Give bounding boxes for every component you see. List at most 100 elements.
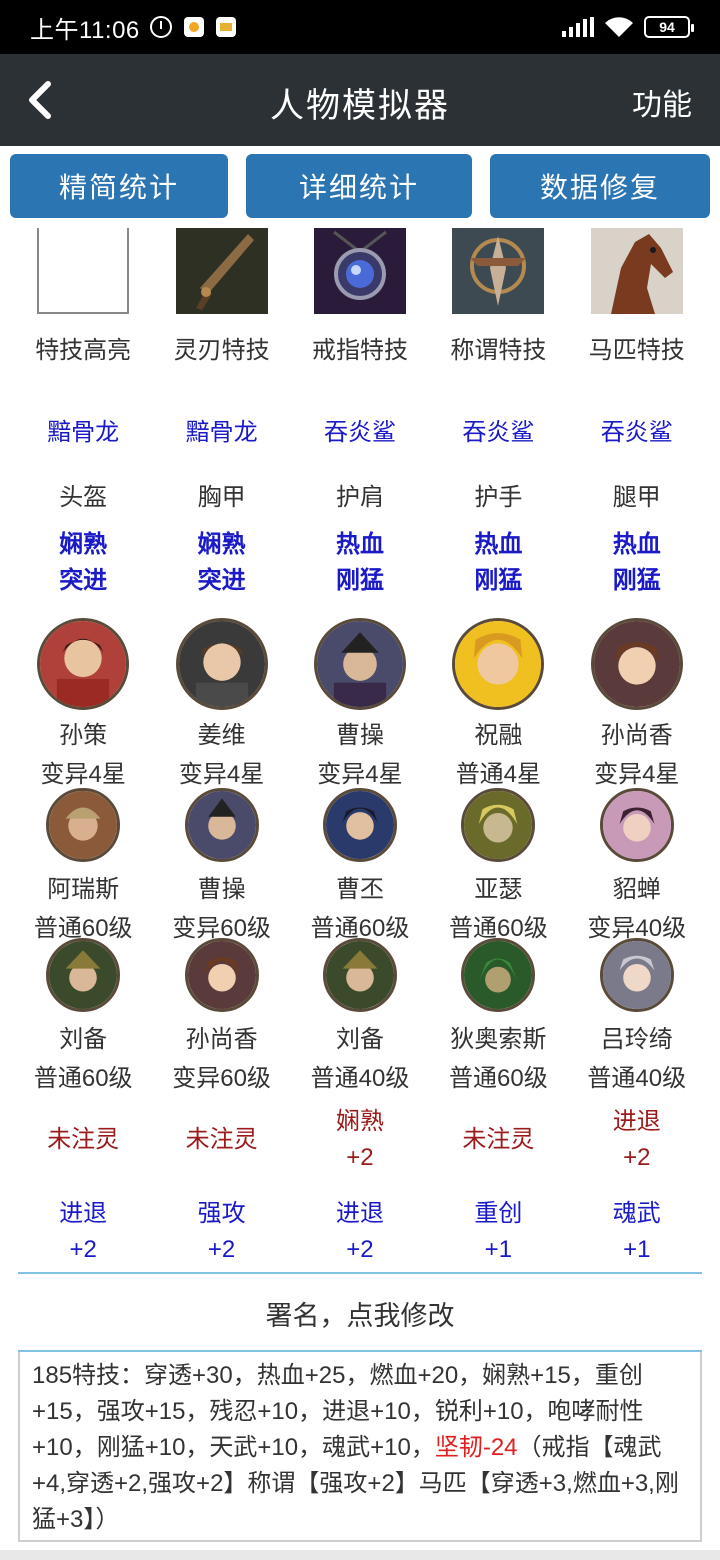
portrait-icon[interactable] (452, 618, 545, 710)
equip-skill[interactable]: 热血 刚猛 (291, 527, 429, 599)
support-hero-card[interactable]: 曹丕 普通60级 (291, 788, 429, 943)
equip-skill[interactable]: 热血 刚猛 (568, 527, 706, 599)
spirit-cell[interactable]: 进退 +2 (568, 1104, 706, 1176)
skill-label: 灵刃特技 (173, 337, 270, 364)
hero-name: 祝融 (474, 722, 523, 749)
support-hero-card[interactable]: 曹操 变异60级 (152, 788, 290, 943)
data-repair-button[interactable]: 数据修复 (490, 154, 710, 218)
hero-name: 貂蝉 (612, 876, 661, 903)
hero-name: 孙尚香 (185, 1026, 258, 1053)
support-hero-card[interactable]: 吕玲绮 普通40级 (568, 938, 706, 1093)
portrait-icon[interactable] (599, 938, 674, 1012)
portrait-icon[interactable] (184, 938, 259, 1012)
hero-level: 变异4星 (317, 761, 403, 788)
main-hero-row: 孙策 变异4星 姜维 变异4星 曹操 变异4星 祝融 普通4星 孙尚香 变异4星 (14, 618, 706, 789)
bonus-cell[interactable]: 进退 +2 (14, 1196, 152, 1268)
portrait-icon[interactable] (599, 788, 674, 862)
portrait-icon[interactable] (461, 938, 536, 1012)
hero-card[interactable]: 孙尚香 变异4星 (568, 618, 706, 789)
equip-set-row: 黯骨龙 黯骨龙 吞炎鲨 吞炎鲨 吞炎鲨 (14, 412, 706, 447)
support-hero-card[interactable]: 刘备 普通40级 (291, 938, 429, 1093)
spirit-cell[interactable]: 未注灵 (152, 1122, 290, 1158)
brief-stats-button[interactable]: 精简统计 (10, 154, 228, 218)
hero-name: 亚瑟 (474, 876, 523, 903)
ring-icon[interactable] (313, 228, 406, 314)
support-hero-card[interactable]: 刘备 普通60级 (14, 938, 152, 1093)
hero-name: 曹丕 (335, 876, 384, 903)
hero-name: 狄奥索斯 (450, 1026, 547, 1053)
hero-level: 普通60级 (449, 1065, 548, 1092)
equip-skill[interactable]: 热血 刚猛 (429, 527, 567, 599)
hero-level: 变异60级 (172, 1065, 271, 1092)
portrait-icon[interactable] (46, 788, 121, 862)
skill-label: 特技高亮 (35, 337, 132, 364)
portrait-icon[interactable] (322, 938, 397, 1012)
support-hero-card[interactable]: 亚瑟 普通60级 (429, 788, 567, 943)
hero-card[interactable]: 孙策 变异4星 (14, 618, 152, 789)
function-menu-button[interactable]: 功能 (632, 80, 692, 124)
portrait-icon[interactable] (322, 788, 397, 862)
spirit-cell[interactable]: 未注灵 (14, 1122, 152, 1158)
support-hero-card[interactable]: 狄奥索斯 普通60级 (429, 938, 567, 1093)
support-hero-card[interactable]: 貂蝉 变异40级 (568, 788, 706, 943)
summary-highlight: 坚韧-24 (434, 1434, 518, 1461)
support-hero-card[interactable]: 孙尚香 变异60级 (152, 938, 290, 1093)
hero-level: 普通4星 (455, 761, 542, 788)
equip-slot-row: 头盔 胸甲 护肩 护手 腿甲 (14, 477, 706, 512)
equip-set[interactable]: 吞炎鲨 (291, 412, 429, 447)
hero-card[interactable]: 祝融 普通4星 (429, 618, 567, 789)
hero-level: 变异4星 (594, 761, 680, 788)
blade-icon[interactable] (175, 228, 268, 314)
equip-set[interactable]: 黯骨龙 (14, 412, 152, 447)
spirit-cell[interactable]: 未注灵 (429, 1122, 567, 1158)
hero-name: 孙策 (59, 722, 108, 749)
highlight-frame[interactable] (37, 228, 130, 314)
support-hero-card[interactable]: 阿瑞斯 普通60级 (14, 788, 152, 943)
bottom-bar (0, 1550, 720, 1560)
divider (18, 1272, 702, 1274)
hero-level: 普通40级 (587, 1065, 687, 1092)
portrait-icon[interactable] (37, 618, 130, 710)
hero-card[interactable]: 姜维 变异4星 (152, 618, 290, 789)
equip-set[interactable]: 吞炎鲨 (429, 412, 567, 447)
hero-name: 姜维 (197, 722, 246, 749)
skill-label: 马匹特技 (588, 337, 685, 364)
emblem-icon[interactable] (452, 228, 545, 314)
equip-skill[interactable]: 娴熟 突进 (152, 527, 290, 599)
portrait-icon[interactable] (461, 788, 536, 862)
bonus-cell[interactable]: 强攻 +2 (152, 1196, 290, 1268)
equip-slot: 胸甲 (197, 484, 246, 511)
stats-button-bar: 精简统计 详细统计 数据修复 (0, 146, 720, 228)
bonus-cell[interactable]: 进退 +2 (291, 1196, 429, 1268)
equip-set[interactable]: 吞炎鲨 (568, 412, 706, 447)
equip-slot: 护肩 (335, 484, 384, 511)
equip-slot: 头盔 (59, 484, 108, 511)
app-notification-icon (183, 17, 204, 37)
hero-name: 曹操 (335, 722, 384, 749)
support-row-1: 阿瑞斯 普通60级 曹操 变异60级 曹丕 普通60级 亚瑟 普通60级 貂蝉 … (14, 788, 706, 943)
spirit-row: 未注灵 未注灵 娴熟 +2 未注灵 进退 +2 (14, 1104, 706, 1176)
hero-card[interactable]: 曹操 变异4星 (291, 618, 429, 789)
status-bar: 上午11:06 94 (0, 0, 720, 54)
status-time: 上午11:06 (30, 16, 140, 44)
equip-set[interactable]: 黯骨龙 (152, 412, 290, 447)
portrait-icon[interactable] (590, 618, 683, 710)
spirit-cell[interactable]: 娴熟 +2 (291, 1104, 429, 1176)
detailed-stats-button[interactable]: 详细统计 (246, 154, 472, 218)
equip-slot: 腿甲 (612, 484, 661, 511)
bonus-cell[interactable]: 重创 +1 (429, 1196, 567, 1268)
hero-name: 阿瑞斯 (47, 876, 120, 903)
hero-name: 刘备 (59, 1026, 108, 1053)
portrait-icon[interactable] (46, 938, 121, 1012)
portrait-icon[interactable] (313, 618, 406, 710)
portrait-icon[interactable] (184, 788, 259, 862)
skill-labels-row: 特技高亮 灵刃特技 戒指特技 称谓特技 马匹特技 (14, 330, 706, 365)
equip-skill[interactable]: 娴熟 突进 (14, 527, 152, 599)
skill-summary: 185特技：穿透+30，热血+25，燃血+20，娴熟+15，重创+15，强攻+1… (18, 1352, 702, 1542)
signature-button[interactable]: 署名，点我修改 (0, 1294, 720, 1333)
horse-icon[interactable] (590, 228, 683, 314)
hero-level: 普通60级 (33, 1065, 133, 1092)
bonus-cell[interactable]: 魂武 +1 (568, 1196, 706, 1268)
hero-name: 曹操 (197, 876, 246, 903)
portrait-icon[interactable] (175, 618, 268, 710)
